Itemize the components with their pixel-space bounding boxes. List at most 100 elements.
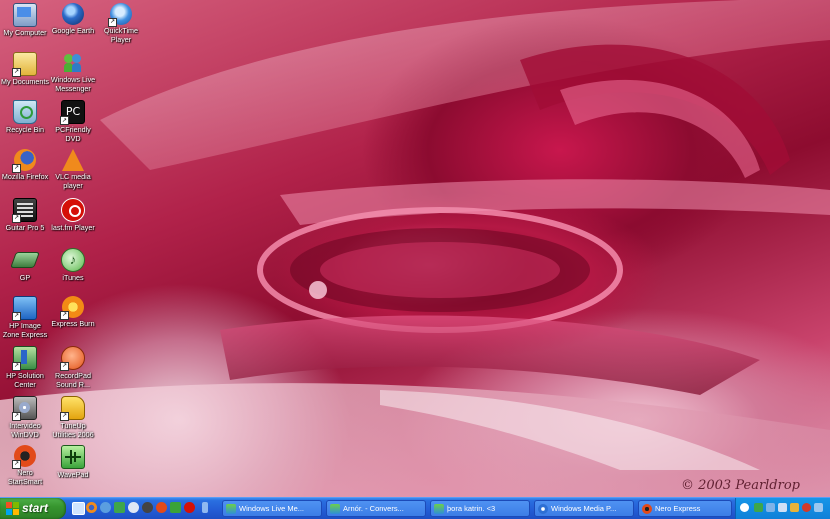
task-button-messenger[interactable]: Windows Live Me... [222, 500, 322, 517]
task-label: Windows Live Me... [239, 504, 305, 513]
my-computer-icon [13, 3, 37, 27]
desktop-icon-my-computer[interactable]: My Computer [0, 3, 50, 38]
volume-icon[interactable] [778, 503, 787, 512]
desktop-icon-label: iTunes [62, 273, 84, 282]
desktop-icon-my-documents[interactable]: ↗ My Documents [0, 52, 50, 87]
guitar-pro-icon: ↗ [12, 198, 37, 223]
windvd-icon: ↗ [12, 396, 37, 421]
my-documents-icon: ↗ [12, 52, 37, 77]
recycle-bin-icon [13, 100, 37, 124]
desktop-icon-gp[interactable]: GP [0, 248, 50, 283]
task-button-nero-express[interactable]: Nero Express [638, 500, 732, 517]
task-button-conversation-1[interactable]: Arnór. - Convers... [326, 500, 426, 517]
desktop-icon-messenger[interactable]: Windows Live Messenger [48, 52, 98, 93]
nero-icon[interactable] [142, 502, 153, 513]
nero-icon: ↗ [12, 445, 36, 469]
desktop-icon-label: Google Earth [51, 26, 95, 35]
task-label: Nero Express [655, 504, 701, 513]
vlc-icon [62, 149, 84, 171]
shortcut-arrow-icon: ↗ [12, 214, 21, 223]
desktop-icon-label: TuneUp Utilities 2006 [52, 421, 94, 439]
desktop-icon-label: RecordPad Sound R... [55, 371, 91, 389]
recordpad-icon: ↗ [60, 346, 85, 371]
task-label: Windows Media P... [551, 504, 617, 513]
desktop-icon-label: Guitar Pro 5 [5, 223, 45, 232]
shortcut-arrow-icon: ↗ [60, 311, 69, 320]
desktop-icon-label: PCFriendly DVD [55, 125, 91, 143]
tray-app-icon-2[interactable] [814, 503, 823, 512]
tuneup-icon: ↗ [60, 396, 85, 421]
desktop-icon-express-burn[interactable]: ↗ Express Burn [48, 296, 98, 329]
itunes-icon: ♪ [61, 248, 85, 272]
desktop-icon-label: VLC media player [55, 172, 91, 190]
desktop-icon-quicktime[interactable]: ↗ QuickTime Player [96, 3, 146, 44]
messenger-tray-icon[interactable] [754, 503, 763, 512]
shortcut-arrow-icon: ↗ [12, 68, 21, 77]
desktop-icon-label: Recycle Bin [6, 125, 44, 134]
pcfriendly-dvd-icon: PC ↗ [60, 100, 85, 125]
firefox-icon: ↗ [12, 149, 36, 173]
hp-image-zone-icon: ↗ [12, 296, 37, 321]
desktop-icon-firefox[interactable]: ↗ Mozilla Firefox [0, 149, 50, 182]
wallpaper-art [0, 0, 830, 497]
shortcut-arrow-icon: ↗ [60, 362, 69, 371]
desktop-icon-recycle-bin[interactable]: Recycle Bin [0, 100, 50, 135]
messenger-icon [62, 52, 84, 74]
desktop-icon-label: WavePad [57, 470, 89, 479]
desktop-icon-recordpad[interactable]: ↗ RecordPad Sound R... [48, 346, 98, 389]
internet-explorer-icon[interactable] [100, 502, 111, 513]
firefox-icon[interactable] [86, 502, 97, 513]
desktop-icon-label: My Computer [3, 28, 47, 37]
shortcut-arrow-icon: ↗ [12, 312, 21, 321]
recordpad-icon[interactable] [156, 502, 167, 513]
desktop-icon-label: last.fm Player [51, 223, 95, 232]
media-player-icon[interactable] [128, 502, 139, 513]
tray-expand-icon[interactable] [740, 503, 749, 512]
desktop-icon-windvd[interactable]: ↗ Intervideo WinDVD [0, 396, 50, 439]
show-desktop-icon[interactable] [72, 502, 85, 515]
tray-app-icon[interactable] [790, 503, 799, 512]
messenger-icon [330, 504, 340, 514]
messenger-icon [434, 504, 444, 514]
desktop-icon-label: QuickTime Player [103, 26, 139, 44]
security-shield-icon[interactable] [802, 503, 811, 512]
task-button-media-player[interactable]: Windows Media P... [534, 500, 634, 517]
desktop-icon-pcfriendly[interactable]: PC ↗ PCFriendly DVD [48, 100, 98, 143]
task-label: þora katrin. <3 [447, 504, 496, 513]
desktop-icon-hp-image-zone[interactable]: ↗ HP Image Zone Express [0, 296, 50, 339]
messenger-icon[interactable] [114, 502, 125, 513]
quick-launch-expand-icon[interactable] [202, 502, 208, 513]
desktop-icon-wavepad[interactable]: WavePad [48, 445, 98, 480]
desktop-icon-label: Nero StartSmart [7, 468, 43, 486]
desktop-icon-label: HP Solution Center [6, 371, 44, 389]
lastfm-icon[interactable] [184, 502, 195, 513]
desktop-icon-lastfm[interactable]: last.fm Player [48, 198, 98, 233]
desktop-icon-itunes[interactable]: ♪ iTunes [48, 248, 98, 283]
desktop-icon-hp-solution-center[interactable]: ↗ HP Solution Center [0, 346, 50, 389]
messenger-icon [226, 504, 236, 514]
task-label: Arnór. - Convers... [343, 504, 404, 513]
wallpaper-signature: © 2003 Pearldrop [680, 478, 800, 493]
desktop-icon-label: Windows Live Messenger [50, 75, 96, 93]
desktop-icon-label: HP Image Zone Express [2, 321, 48, 339]
desktop-icon-guitar-pro[interactable]: ↗ Guitar Pro 5 [0, 198, 50, 233]
shortcut-arrow-icon: ↗ [12, 362, 21, 371]
desktop-icon-label: Mozilla Firefox [1, 172, 49, 181]
task-button-conversation-2[interactable]: þora katrin. <3 [430, 500, 530, 517]
wavepad-icon[interactable] [170, 502, 181, 513]
desktop-icon-nero[interactable]: ↗ Nero StartSmart [0, 445, 50, 486]
shortcut-arrow-icon: ↗ [12, 460, 21, 469]
desktop-wallpaper [0, 0, 830, 497]
desktop-icon-google-earth[interactable]: Google Earth [48, 3, 98, 36]
shortcut-arrow-icon: ↗ [108, 18, 117, 27]
shortcut-arrow-icon: ↗ [60, 116, 69, 125]
system-tray [735, 498, 830, 519]
shortcut-arrow-icon: ↗ [12, 164, 21, 173]
desktop-icon-vlc[interactable]: VLC media player [48, 149, 98, 190]
hp-solution-center-icon: ↗ [12, 346, 37, 371]
start-button[interactable]: start [0, 498, 66, 519]
desktop-icon-tuneup[interactable]: ↗ TuneUp Utilities 2006 [48, 396, 98, 439]
quicktime-icon: ↗ [108, 3, 132, 27]
shortcut-arrow-icon: ↗ [12, 412, 21, 421]
network-icon[interactable] [766, 503, 775, 512]
